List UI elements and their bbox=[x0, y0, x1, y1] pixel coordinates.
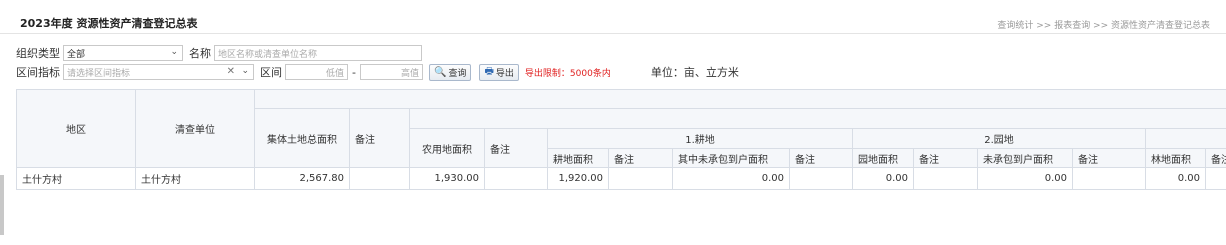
page-title: 2023年度 资源性资产清查登记总表 bbox=[20, 17, 198, 30]
export-button-label: 导出 bbox=[495, 68, 514, 79]
col-farm-area[interactable]: 农用地面积 bbox=[409, 128, 485, 168]
col-cult-uncontracted[interactable]: 其中未承包到户面积 bbox=[672, 148, 790, 168]
group-garden: 2.园地 bbox=[852, 128, 1146, 149]
cell-farm-area: 1,930.00 bbox=[409, 167, 485, 190]
col-garden-area[interactable]: 园地面积 bbox=[852, 148, 914, 168]
col-forest-area[interactable]: 林地面积 bbox=[1145, 148, 1206, 168]
magnifier-icon: 🔍 bbox=[433, 66, 447, 78]
name-input[interactable]: 地区名称或清查单位名称 bbox=[214, 45, 422, 61]
org-type-label: 组织类型 bbox=[16, 47, 60, 60]
col-cult-area[interactable]: 耕地面积 bbox=[547, 148, 609, 168]
table-row[interactable]: 土什方村 土什方村 2,567.80 1,930.00 1,920.00 0.0… bbox=[16, 167, 1226, 190]
name-label: 名称 bbox=[189, 47, 211, 60]
range-high-placeholder: 高值 bbox=[400, 68, 419, 79]
range-low-placeholder: 低值 bbox=[325, 68, 344, 79]
cell-forest-area: 0.00 bbox=[1145, 167, 1206, 190]
cell-farm-remark bbox=[484, 167, 548, 190]
vertical-scrollbar[interactable] bbox=[0, 175, 4, 235]
cell-garden-uncontracted-remark bbox=[1072, 167, 1146, 190]
col-garden-uncontracted-remark[interactable]: 备注 bbox=[1072, 148, 1146, 168]
breadcrumb[interactable]: 查询统计 >> 报表查询 >> 资源性资产清查登记总表 bbox=[997, 18, 1210, 31]
report-table: 地区 清查单位 集体土地总面积 备注 农用地面积 备注 1.耕地 2.园地 耕地… bbox=[16, 89, 1226, 190]
cell-cult-uncontracted: 0.00 bbox=[672, 167, 790, 190]
chevron-down-icon[interactable]: ⌄ bbox=[241, 66, 249, 76]
filter-row-1: 组织类型 全部 ⌄ 名称 地区名称或清查单位名称 bbox=[16, 44, 422, 62]
col-cult-remark[interactable]: 备注 bbox=[608, 148, 673, 168]
report-page: 2023年度 资源性资产清查登记总表 查询统计 >> 报表查询 >> 资源性资产… bbox=[0, 0, 1226, 245]
range-separator: - bbox=[352, 65, 356, 79]
cell-unit: 土什方村 bbox=[135, 167, 255, 190]
group-forest-spacer bbox=[1144, 128, 1226, 149]
col-region[interactable]: 地区 bbox=[16, 89, 136, 168]
indicator-placeholder: 请选择区间指标 bbox=[67, 68, 131, 79]
chevron-down-icon: ⌄ bbox=[170, 47, 178, 57]
cell-cult-area: 1,920.00 bbox=[547, 167, 609, 190]
indicator-select[interactable]: 请选择区间指标 ✕ ⌄ bbox=[63, 64, 254, 80]
page-header: 2023年度 资源性资产清查登记总表 查询统计 >> 报表查询 >> 资源性资产… bbox=[0, 0, 1226, 34]
range-label: 区间 bbox=[260, 66, 282, 79]
query-button-label: 查询 bbox=[448, 68, 467, 79]
cell-forest-remark bbox=[1204, 167, 1226, 190]
col-remark[interactable]: 备注 bbox=[349, 108, 410, 168]
cell-garden-remark bbox=[913, 167, 978, 190]
col-collective-total[interactable]: 集体土地总面积 bbox=[254, 108, 350, 168]
header-spacer-2 bbox=[408, 108, 1226, 129]
unit-note: 单位：亩、立方米 bbox=[650, 66, 739, 79]
cell-garden-area: 0.00 bbox=[852, 167, 914, 190]
indicator-label: 区间指标 bbox=[16, 66, 60, 79]
export-button[interactable]: 🖶 导出 bbox=[479, 63, 519, 81]
col-forest-remark[interactable]: 备注 bbox=[1204, 148, 1226, 168]
filter-row-2: 区间指标 请选择区间指标 ✕ ⌄ 区间 低值 - 高值 🔍 查询 🖶 导出 导出… bbox=[16, 63, 739, 81]
range-low-input[interactable]: 低值 bbox=[285, 64, 348, 80]
col-farm-remark[interactable]: 备注 bbox=[484, 128, 548, 168]
export-limit-note: 导出限制：5000条内 bbox=[524, 68, 611, 79]
cell-collective-total: 2,567.80 bbox=[254, 167, 350, 190]
cell-remark bbox=[349, 167, 410, 190]
cell-cult-uncontracted-remark bbox=[789, 167, 853, 190]
group-cultivated: 1.耕地 bbox=[547, 128, 853, 149]
cell-cult-remark bbox=[608, 167, 673, 190]
name-placeholder: 地区名称或清查单位名称 bbox=[218, 49, 318, 60]
col-cult-uncontracted-remark[interactable]: 备注 bbox=[789, 148, 853, 168]
org-type-select[interactable]: 全部 ⌄ bbox=[63, 45, 183, 61]
clear-icon[interactable]: ✕ bbox=[227, 66, 235, 77]
header-spacer bbox=[253, 89, 1226, 109]
range-high-input[interactable]: 高值 bbox=[359, 64, 423, 80]
cell-region: 土什方村 bbox=[16, 167, 136, 190]
col-garden-uncontracted[interactable]: 未承包到户面积 bbox=[977, 148, 1073, 168]
cell-garden-uncontracted: 0.00 bbox=[977, 167, 1073, 190]
col-unit[interactable]: 清查单位 bbox=[135, 89, 255, 168]
printer-icon: 🖶 bbox=[484, 65, 494, 77]
query-button[interactable]: 🔍 查询 bbox=[428, 63, 472, 81]
org-type-value: 全部 bbox=[67, 49, 86, 60]
col-garden-remark[interactable]: 备注 bbox=[913, 148, 978, 168]
